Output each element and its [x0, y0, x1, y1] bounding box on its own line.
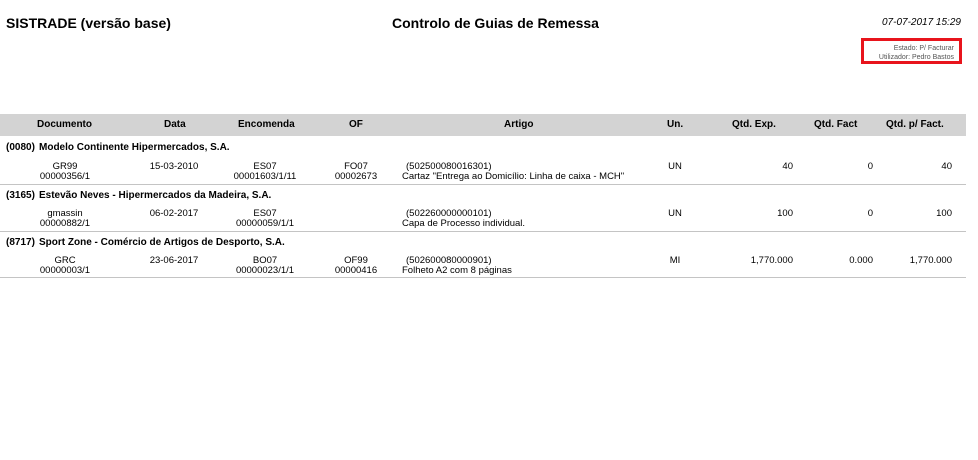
qtd-exp-cell: 100	[777, 208, 793, 219]
customer-code: (8717)	[6, 237, 35, 248]
encomenda-number: 00001603/1/11	[233, 171, 297, 182]
qtd-fact-cell: 0.000	[849, 255, 873, 266]
status-info-box: Estado: P/ Facturar Utilizador: Pedro Ba…	[861, 38, 962, 64]
artigo-description: Cartaz "Entrega ao Domicílio: Linha de c…	[402, 171, 625, 182]
column-header-qtd-p-fact: Qtd. p/ Fact.	[886, 119, 944, 130]
qtd-p-fact-cell: 100	[936, 208, 952, 219]
qtd-exp-cell: 40	[782, 161, 793, 172]
data-cell: 23-06-2017	[149, 255, 199, 266]
artigo-description: Capa de Processo individual.	[402, 218, 526, 229]
row-divider	[0, 231, 966, 232]
of-number: 00002673	[334, 171, 378, 182]
customer-name: Estevão Neves - Hipermercados da Madeira…	[39, 190, 272, 201]
unit-cell: UN	[668, 208, 682, 219]
customer-group-title: (0080) Modelo Continente Hipermercados, S…	[6, 142, 230, 153]
column-header-qtd-fact: Qtd. Fact	[814, 119, 858, 130]
qtd-exp-cell: 1,770.000	[750, 255, 793, 266]
data-cell: 06-02-2017	[149, 208, 199, 219]
utilizador-label: Utilizador: Pedro Bastos	[878, 54, 954, 61]
customer-code: (3165)	[6, 190, 35, 201]
column-header-qtd-exp: Qtd. Exp.	[732, 119, 776, 130]
report-title: Controlo de Guias de Remessa	[392, 15, 599, 31]
app-title: SISTRADE (versão base)	[6, 15, 171, 31]
report-datetime: 07-07-2017 15:29	[882, 17, 961, 28]
column-header-un: Un.	[667, 119, 684, 130]
customer-group-title: (8717) Sport Zone - Comércio de Artigos d…	[6, 237, 285, 248]
data-cell: 15-03-2010	[149, 161, 199, 172]
documento-number: 00000356/1	[39, 171, 91, 182]
estado-label: Estado: P/ Facturar	[893, 45, 954, 52]
encomenda-number: 00000059/1/1	[235, 218, 295, 229]
column-header-of: OF	[349, 119, 363, 130]
encomenda-number: 00000023/1/1	[235, 265, 295, 276]
row-divider	[0, 277, 966, 278]
qtd-fact-cell: 0	[867, 161, 873, 172]
column-header-data: Data	[164, 119, 186, 130]
customer-name: Modelo Continente Hipermercados, S.A.	[39, 142, 230, 153]
column-header-documento: Documento	[37, 119, 92, 130]
customer-group-title: (3165) Estevão Neves - Hipermercados da M…	[6, 190, 271, 201]
unit-cell: MI	[669, 255, 681, 266]
row-divider	[0, 184, 966, 185]
artigo-description: Folheto A2 com 8 páginas	[402, 265, 512, 276]
unit-cell: UN	[668, 161, 682, 172]
customer-name: Sport Zone - Comércio de Artigos de Desp…	[39, 237, 285, 248]
column-header-encomenda: Encomenda	[238, 119, 295, 130]
qtd-p-fact-cell: 40	[941, 161, 952, 172]
documento-number: 00000003/1	[39, 265, 91, 276]
of-number: 00000416	[334, 265, 378, 276]
documento-number: 00000882/1	[39, 218, 91, 229]
qtd-fact-cell: 0	[867, 208, 873, 219]
qtd-p-fact-cell: 1,770.000	[909, 255, 952, 266]
customer-code: (0080)	[6, 142, 35, 153]
column-header-artigo: Artigo	[504, 119, 534, 130]
